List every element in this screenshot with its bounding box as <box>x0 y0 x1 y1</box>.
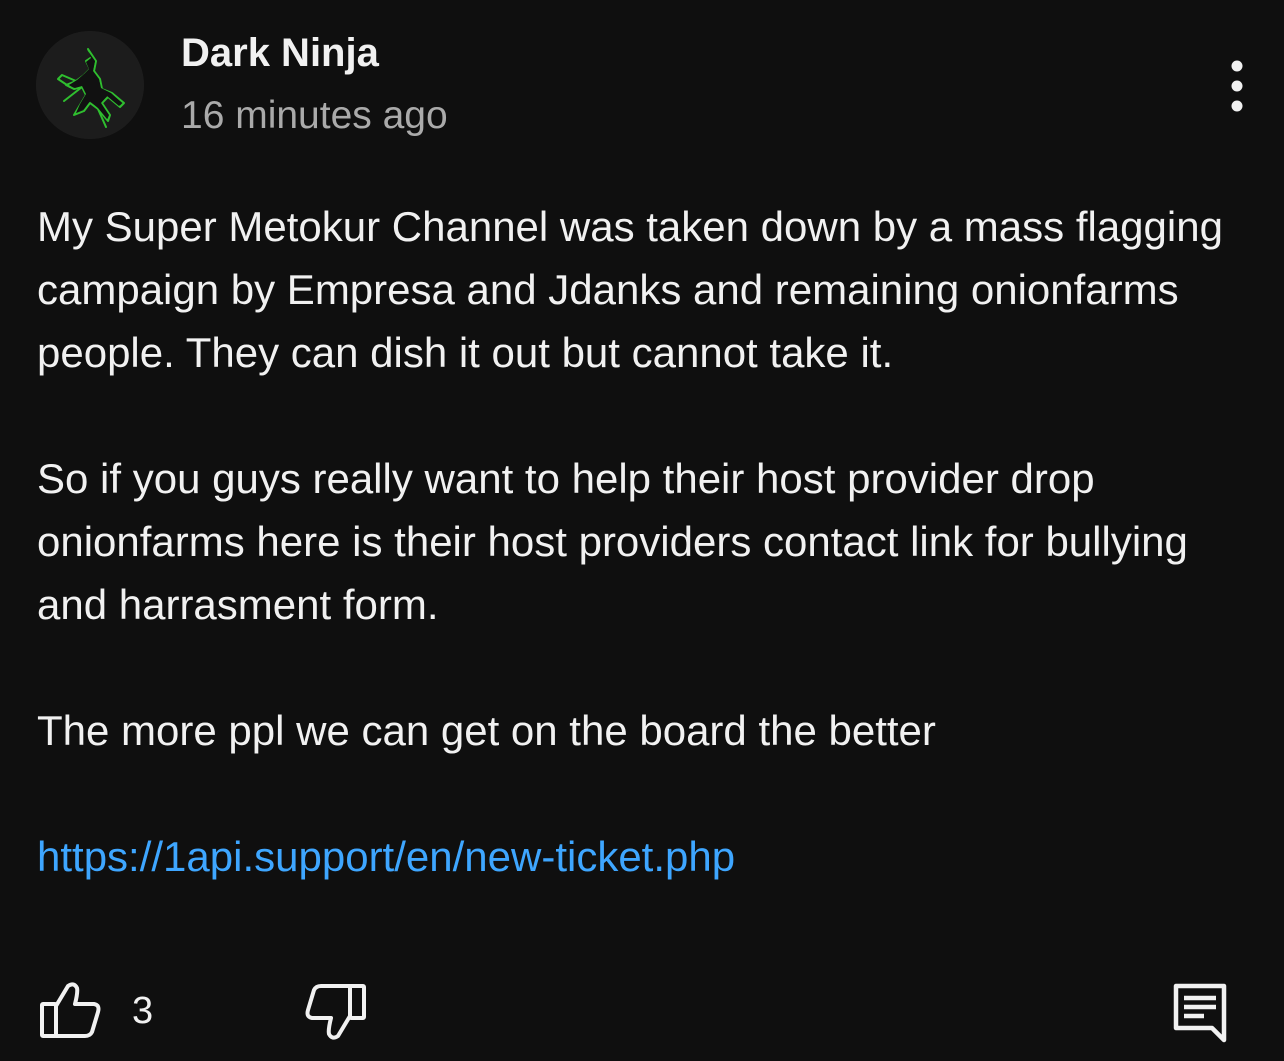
comment-author[interactable]: Dark Ninja <box>181 30 379 76</box>
comment-actions-bar: 3 <box>0 978 1284 1048</box>
comment-paragraph-2: So if you guys really want to help their… <box>37 455 1188 628</box>
like-button[interactable] <box>38 980 104 1040</box>
comment-paragraph-3: The more ppl we can get on the board the… <box>37 707 936 754</box>
reply-button[interactable] <box>1170 980 1230 1046</box>
comment-body: My Super Metokur Channel was taken down … <box>37 195 1252 888</box>
avatar[interactable] <box>36 31 144 139</box>
thumbs-down-icon <box>305 984 366 1040</box>
comment-link[interactable]: https://1api.support/en/new-ticket.php <box>37 833 735 880</box>
ninja-avatar-icon <box>36 31 144 139</box>
comment-timestamp: 16 minutes ago <box>181 94 448 137</box>
vertical-ellipsis-icon <box>1231 60 1243 112</box>
thumbs-up-icon <box>40 982 101 1038</box>
comment-paragraph-1: My Super Metokur Channel was taken down … <box>37 203 1223 376</box>
like-count: 3 <box>132 990 154 1032</box>
dislike-button[interactable] <box>302 982 368 1042</box>
reply-comment-icon <box>1173 983 1227 1043</box>
more-options-button[interactable] <box>1212 58 1262 114</box>
